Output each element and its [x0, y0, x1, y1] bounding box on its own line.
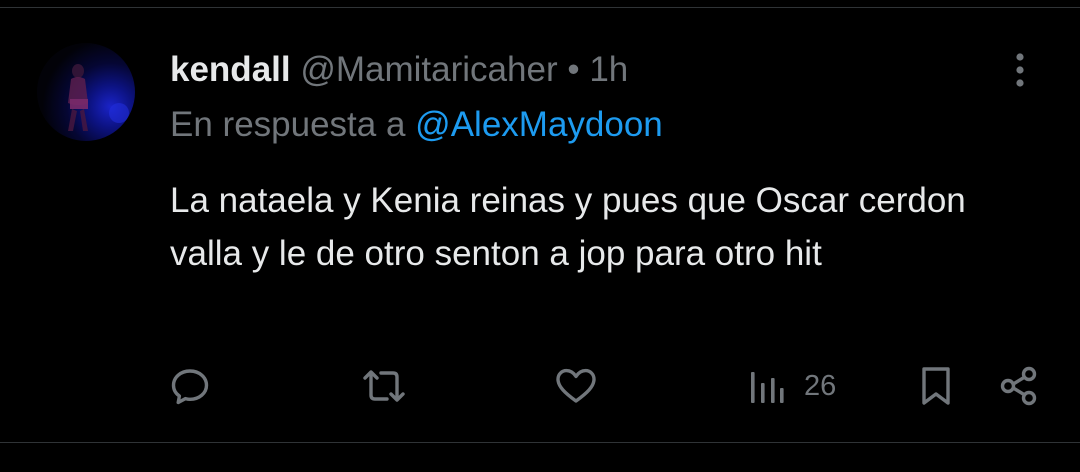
bookmark-button[interactable]	[916, 364, 956, 408]
share-button[interactable]	[996, 364, 1042, 408]
like-button[interactable]	[553, 364, 599, 408]
tweet-header: kendall @Mamitaricaher • 1h	[170, 50, 628, 90]
author-handle[interactable]: @Mamitaricaher	[300, 50, 557, 89]
retweet-button[interactable]	[360, 364, 408, 408]
bottom-divider	[0, 442, 1080, 443]
speech-bubble-icon	[171, 369, 209, 405]
bookmark-icon	[922, 367, 950, 405]
heart-icon	[556, 368, 596, 403]
tweet-text: La nataela y Kenia reinas y pues que Osc…	[170, 181, 966, 273]
author-name[interactable]: kendall	[170, 50, 291, 89]
reply-button[interactable]	[168, 364, 212, 408]
views-button[interactable]: 26	[748, 364, 836, 408]
share-icon	[1000, 366, 1037, 406]
avatar[interactable]	[37, 43, 135, 141]
timestamp[interactable]: 1h	[589, 50, 628, 89]
avatar-image	[68, 64, 129, 131]
retweet-arrows-icon	[363, 370, 405, 402]
reply-prefix: En respuesta a	[170, 105, 406, 144]
top-divider	[0, 7, 1080, 8]
more-vertical-icon	[1016, 53, 1024, 87]
reply-context: En respuesta a @AlexMaydoon	[170, 104, 663, 146]
reply-to-mention[interactable]: @AlexMaydoon	[415, 105, 663, 144]
bar-chart-icon	[751, 372, 784, 403]
views-count: 26	[804, 369, 837, 402]
more-options-button[interactable]	[1004, 50, 1036, 90]
separator-dot: •	[567, 50, 580, 89]
